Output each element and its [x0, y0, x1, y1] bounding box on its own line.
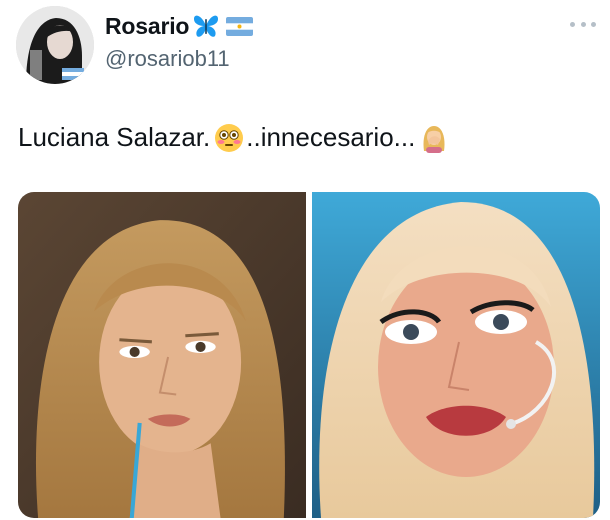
argentina-flag-icon: [226, 16, 254, 36]
tweet-card: Rosario @rosariob11 Luciana Salazar. ..i…: [0, 0, 610, 520]
tweet-text-part1: Luciana Salazar.: [18, 122, 211, 152]
butterfly-icon: [192, 13, 220, 39]
more-dot: [580, 21, 586, 27]
tweet-text-part2: ..innecesario...: [246, 122, 416, 152]
more-icon[interactable]: [570, 16, 596, 32]
tweet-text: Luciana Salazar. ..innecesario...: [18, 122, 449, 153]
more-dot: [570, 21, 575, 27]
after-photo[interactable]: [312, 192, 600, 518]
author-display-name[interactable]: Rosario: [105, 13, 189, 40]
author-handle[interactable]: @rosariob11: [105, 46, 230, 72]
flushed-face-emoji: [214, 123, 244, 153]
before-photo[interactable]: [18, 192, 306, 518]
author-avatar[interactable]: [16, 6, 94, 84]
author-name-row[interactable]: Rosario: [105, 10, 254, 42]
tweet-media-grid[interactable]: [18, 192, 600, 518]
woman-facepalming-emoji: [419, 123, 449, 153]
more-dot: [591, 21, 596, 27]
